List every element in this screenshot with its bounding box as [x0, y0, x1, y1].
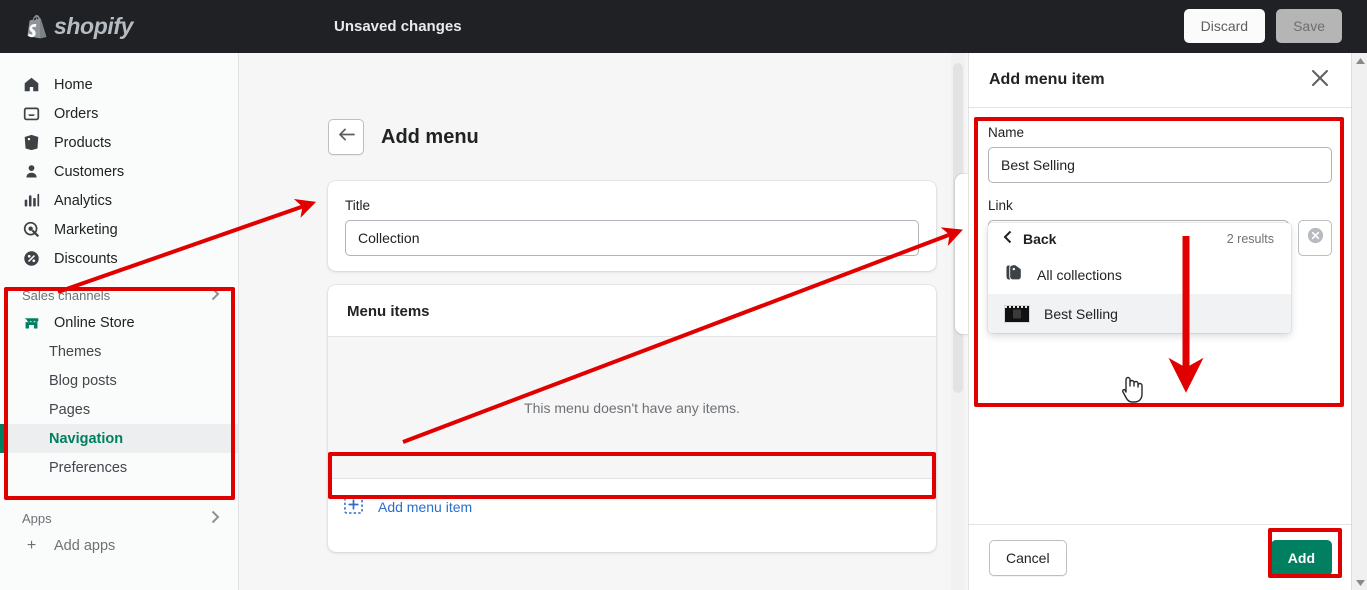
- top-bar: shopify Unsaved changes Discard Save: [0, 0, 1367, 53]
- sidebar-item-pages[interactable]: Pages: [0, 395, 238, 424]
- close-x-icon[interactable]: [1309, 67, 1331, 94]
- discount-percent-icon: [22, 249, 41, 268]
- discard-button[interactable]: Discard: [1184, 9, 1265, 43]
- sidebar-item-discounts[interactable]: Discounts: [0, 244, 238, 273]
- add-menu-item-panel: Add menu item Name Link: [968, 53, 1351, 590]
- app-root: shopify Unsaved changes Discard Save Hom…: [0, 0, 1367, 590]
- unsaved-changes-label: Unsaved changes: [334, 18, 462, 35]
- name-input[interactable]: [988, 147, 1332, 183]
- panel-footer: Cancel Add: [969, 524, 1352, 590]
- chevron-right-icon[interactable]: [211, 510, 220, 527]
- panel-cancel-button[interactable]: Cancel: [989, 540, 1067, 576]
- save-button[interactable]: Save: [1276, 9, 1342, 43]
- scroll-up-arrow-icon[interactable]: [1352, 53, 1367, 69]
- sidebar-item-label: Add apps: [54, 538, 115, 554]
- dropdown-option-best-selling[interactable]: Best Selling: [988, 294, 1291, 333]
- sidebar-item-blog-posts[interactable]: Blog posts: [0, 366, 238, 395]
- add-menu-item-label: Add menu item: [378, 499, 472, 515]
- dropdown-back-row[interactable]: Back 2 results: [988, 223, 1291, 255]
- link-results-dropdown: Back 2 results All collections: [988, 223, 1291, 333]
- sidebar-item-orders[interactable]: Orders: [0, 99, 238, 128]
- sidebar-item-preferences[interactable]: Preferences: [0, 453, 238, 482]
- sidebar-item-label: Marketing: [54, 222, 118, 238]
- sidebar-item-navigation[interactable]: Navigation: [0, 424, 238, 453]
- sidebar-item-label: Online Store: [54, 315, 135, 331]
- marketing-target-icon: [22, 220, 41, 239]
- empty-state-text: This menu doesn't have any items.: [328, 337, 936, 478]
- page-header: Add menu: [328, 119, 479, 155]
- scroll-down-arrow-icon[interactable]: [1352, 574, 1367, 590]
- panel-add-button[interactable]: Add: [1271, 540, 1332, 576]
- dropdown-back-label: Back: [1023, 231, 1056, 247]
- product-tag-icon: [22, 133, 41, 152]
- collection-tag-icon: [1004, 263, 1023, 287]
- panel-body: Name Link: [969, 108, 1351, 256]
- title-field-label: Title: [345, 198, 919, 213]
- sidebar-item-label: Preferences: [49, 460, 127, 476]
- title-input[interactable]: [345, 220, 919, 256]
- link-field-label: Link: [988, 198, 1332, 213]
- sidebar-item-label: Navigation: [49, 431, 123, 447]
- sidebar-section-apps[interactable]: Apps: [0, 505, 238, 531]
- online-store-icon: [22, 313, 41, 332]
- sidebar-item-label: Orders: [54, 106, 98, 122]
- sales-channels-label: Sales channels: [22, 288, 110, 303]
- dropdown-results-count: 2 results: [1227, 232, 1274, 246]
- sidebar-item-analytics[interactable]: Analytics: [0, 186, 238, 215]
- dropdown-option-all-collections[interactable]: All collections: [988, 255, 1291, 294]
- home-icon: [22, 75, 41, 94]
- sidebar-item-customers[interactable]: Customers: [0, 157, 238, 186]
- name-field-label: Name: [988, 125, 1332, 140]
- apps-label: Apps: [22, 511, 52, 526]
- sidebar-item-label: Blog posts: [49, 373, 117, 389]
- panel-title: Add menu item: [989, 71, 1105, 89]
- sidebar-item-products[interactable]: Products: [0, 128, 238, 157]
- shopify-logo-text: shopify: [54, 13, 133, 40]
- sidebar-section-sales-channels[interactable]: Sales channels: [0, 282, 238, 308]
- dropdown-option-label: All collections: [1037, 267, 1122, 283]
- chevron-right-icon[interactable]: [211, 287, 220, 304]
- add-menu-item-button[interactable]: Add menu item: [328, 479, 936, 534]
- sidebar-item-add-apps[interactable]: + Add apps: [0, 531, 238, 560]
- clear-circle-x-icon: [1306, 226, 1325, 250]
- shopify-logo[interactable]: shopify: [0, 13, 239, 40]
- analytics-bars-icon: [22, 191, 41, 210]
- panel-header: Add menu item: [969, 53, 1351, 108]
- page-title: Add menu: [381, 126, 479, 149]
- sidebar-item-home[interactable]: Home: [0, 70, 238, 99]
- sidebar-item-label: Customers: [54, 164, 124, 180]
- menu-items-heading: Menu items: [328, 285, 936, 336]
- sidebar-item-marketing[interactable]: Marketing: [0, 215, 238, 244]
- sidebar-item-themes[interactable]: Themes: [0, 337, 238, 366]
- clear-link-button[interactable]: [1298, 220, 1332, 256]
- menu-items-card: Menu items This menu doesn't have any it…: [328, 285, 936, 552]
- shopify-bag-icon: [26, 15, 47, 39]
- topbar-actions: Discard Save: [1184, 9, 1342, 43]
- orders-inbox-icon: [22, 104, 41, 123]
- arrow-left-icon: [338, 127, 355, 147]
- sidebar-item-label: Discounts: [54, 251, 118, 267]
- sidebar-item-online-store[interactable]: Online Store: [0, 308, 238, 337]
- dashed-plus-icon: [344, 495, 363, 519]
- customer-person-icon: [22, 162, 41, 181]
- dropdown-option-label: Best Selling: [1044, 306, 1118, 322]
- sidebar-item-label: Pages: [49, 402, 90, 418]
- title-card: Title: [328, 181, 936, 271]
- sidebar-item-label: Home: [54, 77, 93, 93]
- product-thumbnail: [1004, 305, 1030, 323]
- sidebar-item-label: Products: [54, 135, 111, 151]
- plus-icon: +: [22, 537, 41, 555]
- chevron-left-icon: [1003, 230, 1012, 249]
- back-button[interactable]: [328, 119, 364, 155]
- sidebar-item-label: Themes: [49, 344, 101, 360]
- sidebar-item-label: Analytics: [54, 193, 112, 209]
- sidebar: Home Orders Products Customers Analytics: [0, 53, 239, 590]
- browser-scrollbar[interactable]: [1351, 53, 1367, 590]
